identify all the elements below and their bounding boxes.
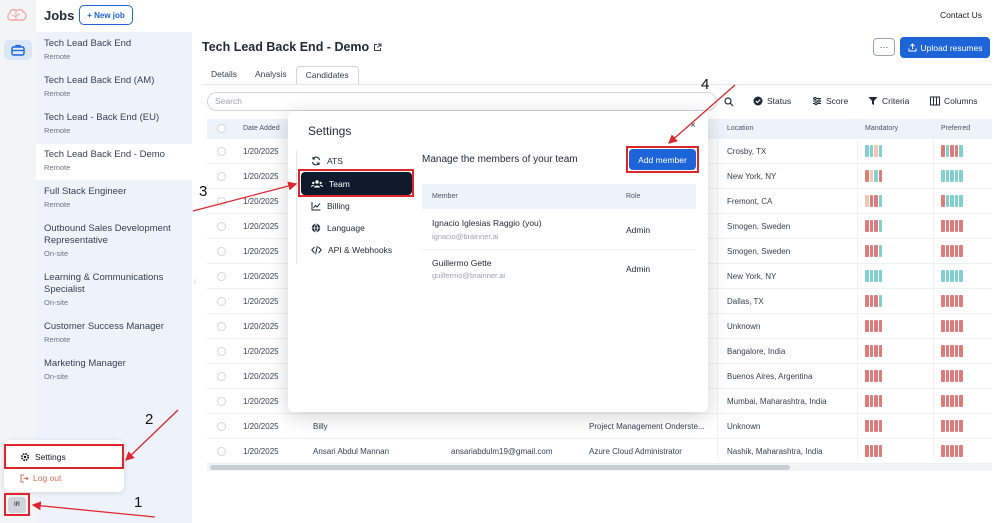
annotation-number-4: 4: [701, 76, 710, 93]
annotation-arrows: [31, 84, 736, 518]
annotation-number-2: 2: [145, 411, 154, 428]
annotation-number-1: 1: [134, 494, 143, 511]
annotation-number-3: 3: [199, 183, 208, 200]
